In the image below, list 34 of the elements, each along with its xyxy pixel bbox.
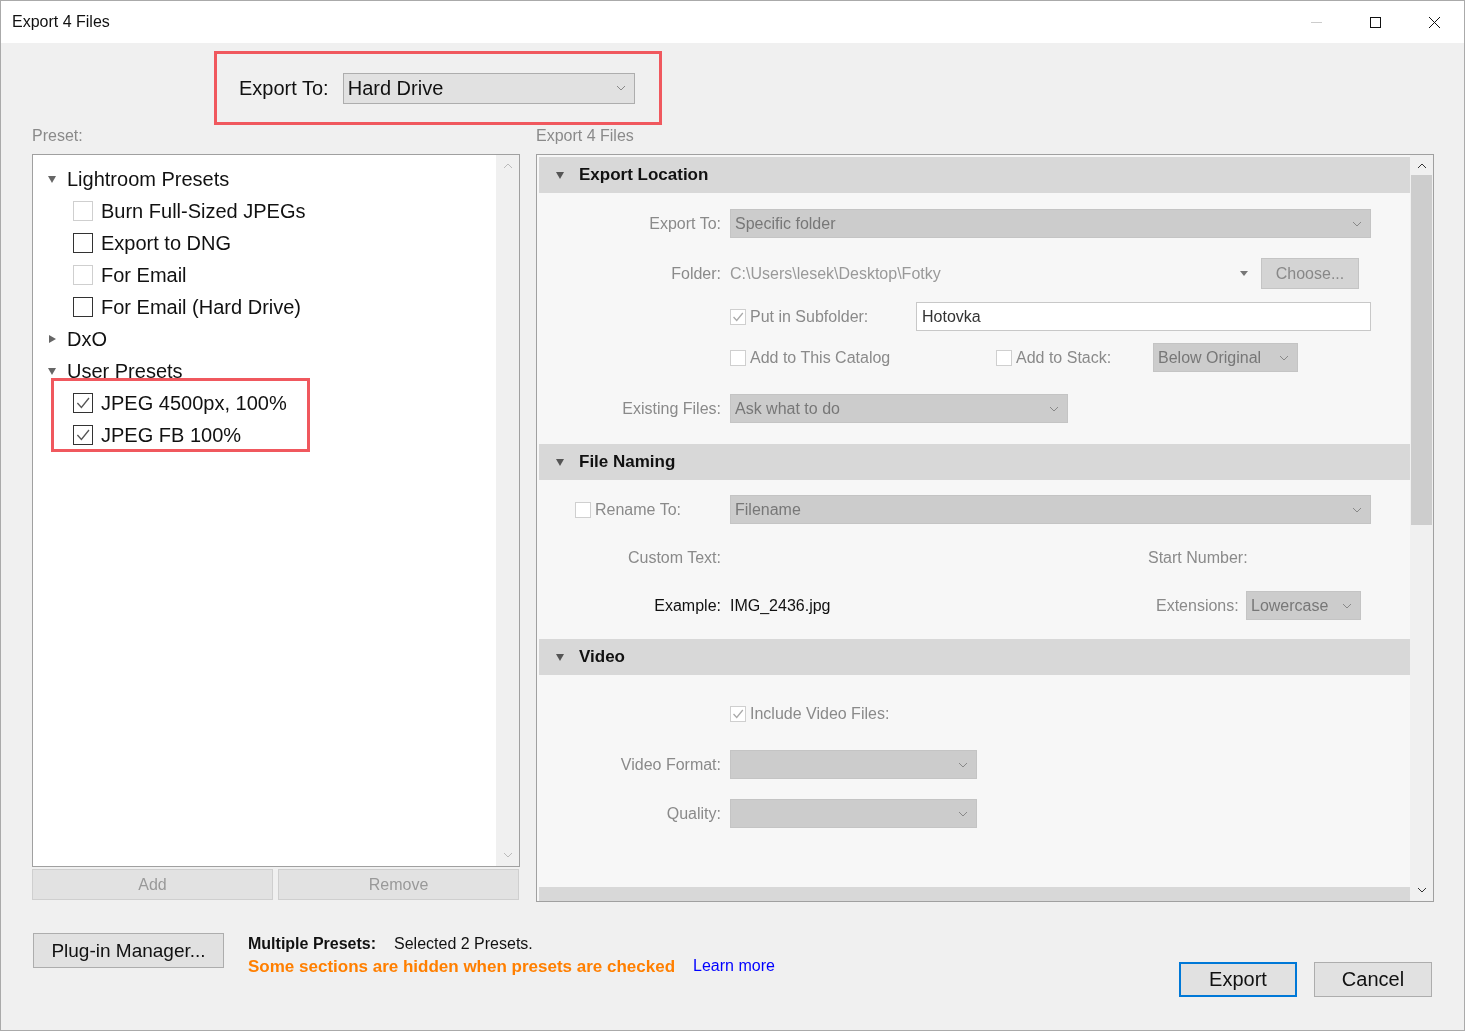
preset-group-label[interactable]: Lightroom Presets [67, 167, 230, 191]
plugin-manager-button[interactable]: Plug-in Manager... [33, 933, 224, 968]
field-label: Extensions: [1156, 596, 1237, 615]
preset-group-label[interactable]: User Presets [67, 359, 183, 383]
field-label: Example: [653, 596, 721, 615]
field-label: Quality: [665, 804, 721, 823]
folder-path: C:\Users\lesek\Desktop\Fotky [730, 264, 942, 283]
preset-label[interactable]: JPEG FB 100% [101, 423, 242, 447]
section-header[interactable]: Video [539, 639, 1410, 675]
section-header[interactable]: File Naming [539, 444, 1410, 480]
panel-title: Export 4 Files [536, 127, 635, 146]
field-label: Custom Text: [626, 548, 721, 567]
preset-label: Preset: [32, 127, 84, 146]
preset-label[interactable]: Export to DNG [101, 231, 232, 255]
status-label: Multiple Presets: [248, 935, 377, 953]
learn-more-link[interactable]: Learn more [693, 957, 775, 977]
warning-text: Some sections are hidden when presets are checked [248, 957, 676, 977]
field-label: Video Format: [619, 755, 721, 774]
preset-label[interactable]: For Email (Hard Drive) [101, 295, 302, 319]
cancel-button[interactable]: Cancel [1314, 962, 1432, 997]
export-to-dropdown[interactable]: Hard Drive [342, 72, 635, 104]
example-value: IMG_2436.jpg [730, 596, 832, 615]
field-label: Export To: [648, 214, 721, 233]
subfolder-field[interactable]: Hotovka [916, 302, 1371, 331]
window-title: Export 4 Files [12, 13, 111, 31]
field-label: Existing Files: [621, 399, 721, 418]
field-label: Start Number: [1148, 548, 1248, 567]
field-label: Folder: [670, 264, 721, 283]
preset-group-label[interactable]: DxO [67, 327, 107, 351]
export-button[interactable]: Export [1179, 962, 1297, 997]
export-to-label: Export To: [239, 76, 329, 100]
preset-label[interactable]: JPEG 4500px, 100% [101, 391, 287, 415]
status-text: Selected 2 Presets. [394, 935, 533, 953]
section-header[interactable]: Export Location [539, 157, 1410, 193]
